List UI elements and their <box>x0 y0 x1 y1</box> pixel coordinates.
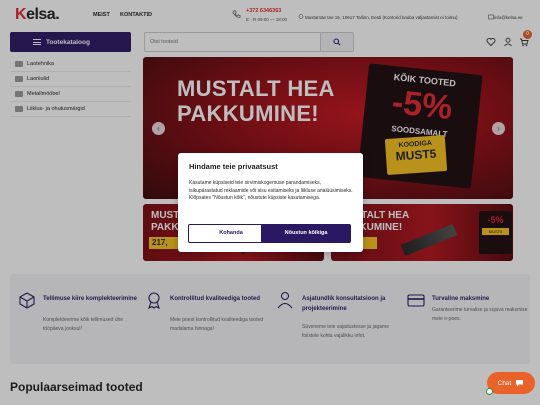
dialog-title: Hindame teie privaatsust <box>189 162 278 171</box>
chat-button[interactable]: Chat <box>487 372 535 394</box>
online-status-dot <box>486 388 493 395</box>
accept-all-button[interactable]: Nõustun kõikiga <box>261 224 351 243</box>
dialog-text: Kasutame küpsiseid teie sirvimiskogemuse… <box>189 180 353 202</box>
chat-bubble-icon <box>516 380 524 387</box>
chat-label: Chat <box>497 379 512 387</box>
